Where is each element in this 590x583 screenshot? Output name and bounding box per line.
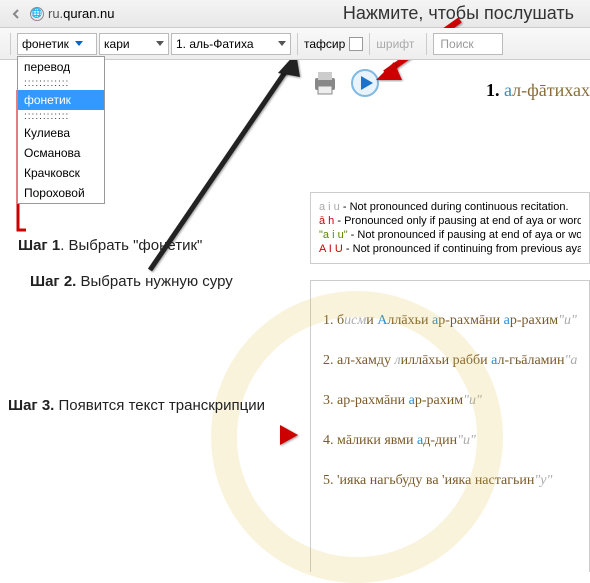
legend-text: - Not pronounced if continuing from prev…: [346, 243, 581, 255]
chevron-down-icon: [278, 41, 286, 46]
url-text[interactable]: ru.quran.nu: [48, 6, 343, 21]
mode-option-translation[interactable]: перевод: [18, 57, 104, 77]
mode-dropdown[interactable]: фонетик перевод :::::::::::: фонетик :::…: [17, 33, 97, 55]
globe-icon: 🌐: [30, 7, 44, 21]
surah-title: 1. ал-фāтихаx: [486, 80, 590, 101]
mode-option-osmanov[interactable]: Османова: [18, 143, 104, 163]
step-3: Шаг 3. Появится текст транскрипции: [8, 397, 265, 414]
legend-mark: "a i u": [319, 229, 348, 241]
mode-dropdown-value: фонетик: [22, 37, 69, 51]
chevron-down-icon: [75, 41, 83, 46]
separator: [297, 33, 298, 55]
browser-address-bar: 🌐 ru.quran.nu Нажмите, чтобы послушать: [0, 0, 590, 28]
annotation-arrow-red: [240, 420, 310, 450]
tafsir-label: тафсир: [304, 37, 345, 51]
verse-1: 1. бисми Аллāхьи ар-рахмāни ар-рахим"и": [323, 313, 577, 329]
legend-text: - Pronounced only if pausing at end of a…: [337, 215, 581, 227]
verse-3: 3. ар-рахмāни ар-рахим"и": [323, 393, 577, 409]
separator: [10, 33, 11, 55]
chevron-down-icon: [156, 41, 164, 46]
mode-option-porokhov[interactable]: Пороховой: [18, 183, 104, 203]
legend-box: a i u - Not pronounced during continuous…: [310, 192, 590, 264]
verse-2: 2. ал-хамду лиллāхьи рабби ал-гьāламин"а…: [323, 353, 577, 369]
back-icon[interactable]: [6, 4, 26, 24]
tafsir-checkbox[interactable]: [349, 37, 363, 51]
mode-separator: ::::::::::::: [18, 110, 104, 123]
mode-option-kuliev[interactable]: Кулиева: [18, 123, 104, 143]
mode-option-krachkov[interactable]: Крачковск: [18, 163, 104, 183]
search-placeholder: Поиск: [440, 37, 473, 51]
print-icon[interactable]: [310, 68, 340, 98]
verse-4: 4. мāлики явми ад-дин"и": [323, 433, 577, 449]
search-input[interactable]: Поиск: [433, 33, 503, 55]
url-domain: quran.nu: [63, 6, 114, 21]
mode-dropdown-list: перевод :::::::::::: фонетик :::::::::::…: [17, 56, 105, 204]
toolbar: фонетик перевод :::::::::::: фонетик :::…: [0, 28, 590, 60]
legend-mark: ā h: [319, 215, 334, 227]
step-2: Шаг 2. Выбрать нужную суру: [30, 273, 233, 290]
reciter-value: кари: [104, 37, 130, 51]
separator: [426, 33, 427, 55]
listen-hint: Нажмите, чтобы послушать: [343, 3, 574, 24]
action-icons: [310, 68, 380, 98]
title-highlight: а: [504, 80, 512, 100]
legend-mark: A I U: [319, 243, 343, 255]
separator: [369, 33, 370, 55]
play-icon[interactable]: [350, 68, 380, 98]
legend-text: - Not pronounced if pausing at end of ay…: [351, 229, 581, 241]
url-sub: ru.: [48, 6, 63, 21]
surah-dropdown[interactable]: 1. аль-Фатиха: [171, 33, 291, 55]
verse-column: 1. бисми Аллāхьи ар-рахмāни ар-рахим"и" …: [310, 280, 590, 572]
mode-separator: ::::::::::::: [18, 77, 104, 90]
mode-option-phonetic[interactable]: фонетик: [18, 90, 104, 110]
step-1: Шаг 1. Выбрать "фонетик": [18, 237, 202, 254]
legend-text: - Not pronounced during continuous recit…: [343, 201, 569, 213]
title-number: 1.: [486, 80, 500, 100]
reciter-dropdown[interactable]: кари: [99, 33, 169, 55]
legend-mark: a i u: [319, 201, 340, 213]
title-text: л-фāтихаx: [512, 80, 590, 100]
verse-5: 5. 'ияка нагьбуду ва 'ияка настагьин"у": [323, 473, 577, 489]
font-label: шрифт: [376, 37, 414, 51]
surah-value: 1. аль-Фатиха: [176, 37, 254, 51]
